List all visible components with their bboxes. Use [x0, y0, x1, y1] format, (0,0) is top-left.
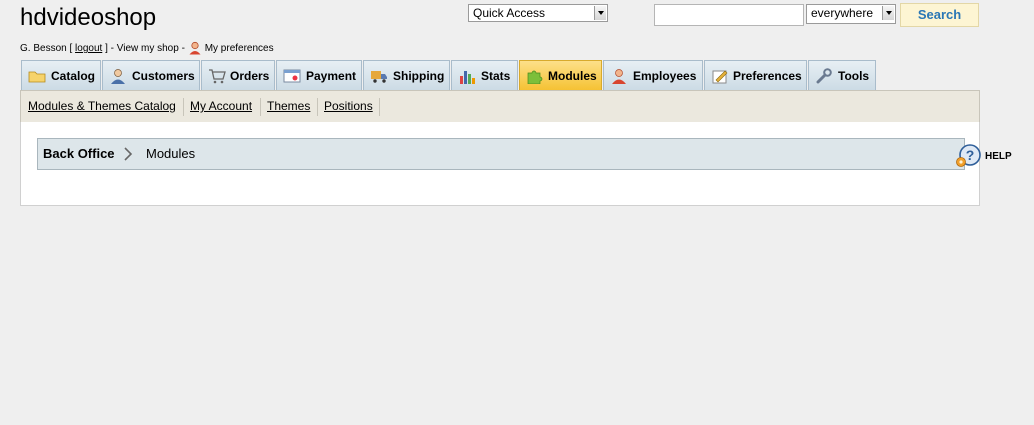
folder-icon — [28, 71, 46, 83]
search-scope-select[interactable]: everywhere — [806, 4, 896, 24]
tab-employees[interactable]: Employees — [603, 60, 703, 90]
tab-tools[interactable]: Tools — [808, 60, 876, 90]
chevron-down-icon — [882, 6, 894, 20]
view-shop-text: ] - View my shop - — [105, 43, 185, 54]
subnav-positions[interactable]: Positions — [324, 99, 373, 113]
subnav-modules-themes-catalog[interactable]: Modules & Themes Catalog — [28, 99, 176, 113]
svg-text:?: ? — [966, 147, 975, 163]
breadcrumb-root[interactable]: Back Office — [43, 146, 115, 161]
subnav-divider — [260, 98, 261, 116]
tab-label: Tools — [838, 69, 870, 83]
shop-title: hdvideoshop — [20, 4, 157, 31]
subnav-divider — [317, 98, 318, 116]
puzzle-icon — [527, 70, 543, 84]
tab-label: Customers — [132, 69, 195, 83]
tab-shipping[interactable]: Shipping — [363, 60, 450, 90]
tab-label: Payment — [306, 69, 357, 83]
help-label: HELP — [985, 151, 1012, 162]
search-scope-value: everywhere — [811, 6, 874, 20]
breadcrumb: Back Office Modules ? HELP — [37, 138, 1012, 170]
user-preferences-icon — [189, 41, 201, 55]
sub-navigation: Modules & Themes Catalog My Account Them… — [20, 90, 980, 123]
breadcrumb-current: Modules — [146, 146, 196, 161]
tab-label: Catalog — [51, 69, 96, 83]
customer-icon — [111, 69, 125, 84]
logout-link[interactable]: logout — [75, 43, 102, 54]
user-info: G. Besson [ logout ] - View my shop - My… — [20, 41, 274, 55]
quick-access-value: Quick Access — [473, 6, 546, 20]
tab-label: Shipping — [393, 69, 445, 83]
subnav-themes[interactable]: Themes — [267, 99, 310, 113]
bar-chart-icon — [460, 71, 475, 84]
tab-modules[interactable]: Modules — [519, 60, 602, 90]
cart-icon — [209, 69, 226, 84]
subnav-divider — [183, 98, 184, 116]
tab-label: Orders — [230, 69, 270, 83]
chevron-down-icon — [594, 6, 606, 20]
main-content: Back Office Modules ? HELP — [20, 122, 1012, 206]
tab-label: Stats — [481, 69, 511, 83]
tab-customers[interactable]: Customers — [102, 60, 200, 90]
tab-orders[interactable]: Orders — [201, 60, 275, 90]
user-name: G. Besson [ — [20, 43, 73, 54]
tab-stats[interactable]: Stats — [451, 60, 518, 90]
subnav-my-account[interactable]: My Account — [190, 99, 252, 113]
employee-icon — [612, 69, 626, 84]
tab-label: Modules — [548, 69, 597, 83]
subnav-divider — [379, 98, 380, 116]
wrench-icon — [816, 68, 832, 84]
chevron-right-icon — [124, 147, 133, 161]
tab-payment[interactable]: Payment — [276, 60, 362, 90]
quick-access-select[interactable]: Quick Access — [468, 4, 608, 22]
my-preferences-label: My preferences — [204, 43, 274, 54]
search-input[interactable] — [654, 4, 804, 26]
tab-label: Preferences — [733, 69, 802, 83]
truck-icon — [371, 71, 387, 83]
tab-preferences[interactable]: Preferences — [704, 60, 807, 90]
my-preferences-link[interactable]: My preferences — [188, 41, 274, 55]
search-button[interactable]: Search — [900, 3, 979, 27]
payment-icon — [283, 69, 301, 83]
preferences-icon — [712, 70, 728, 84]
help-icon: ? — [956, 144, 981, 167]
tab-label: Employees — [633, 69, 697, 83]
tab-catalog[interactable]: Catalog — [21, 60, 101, 90]
